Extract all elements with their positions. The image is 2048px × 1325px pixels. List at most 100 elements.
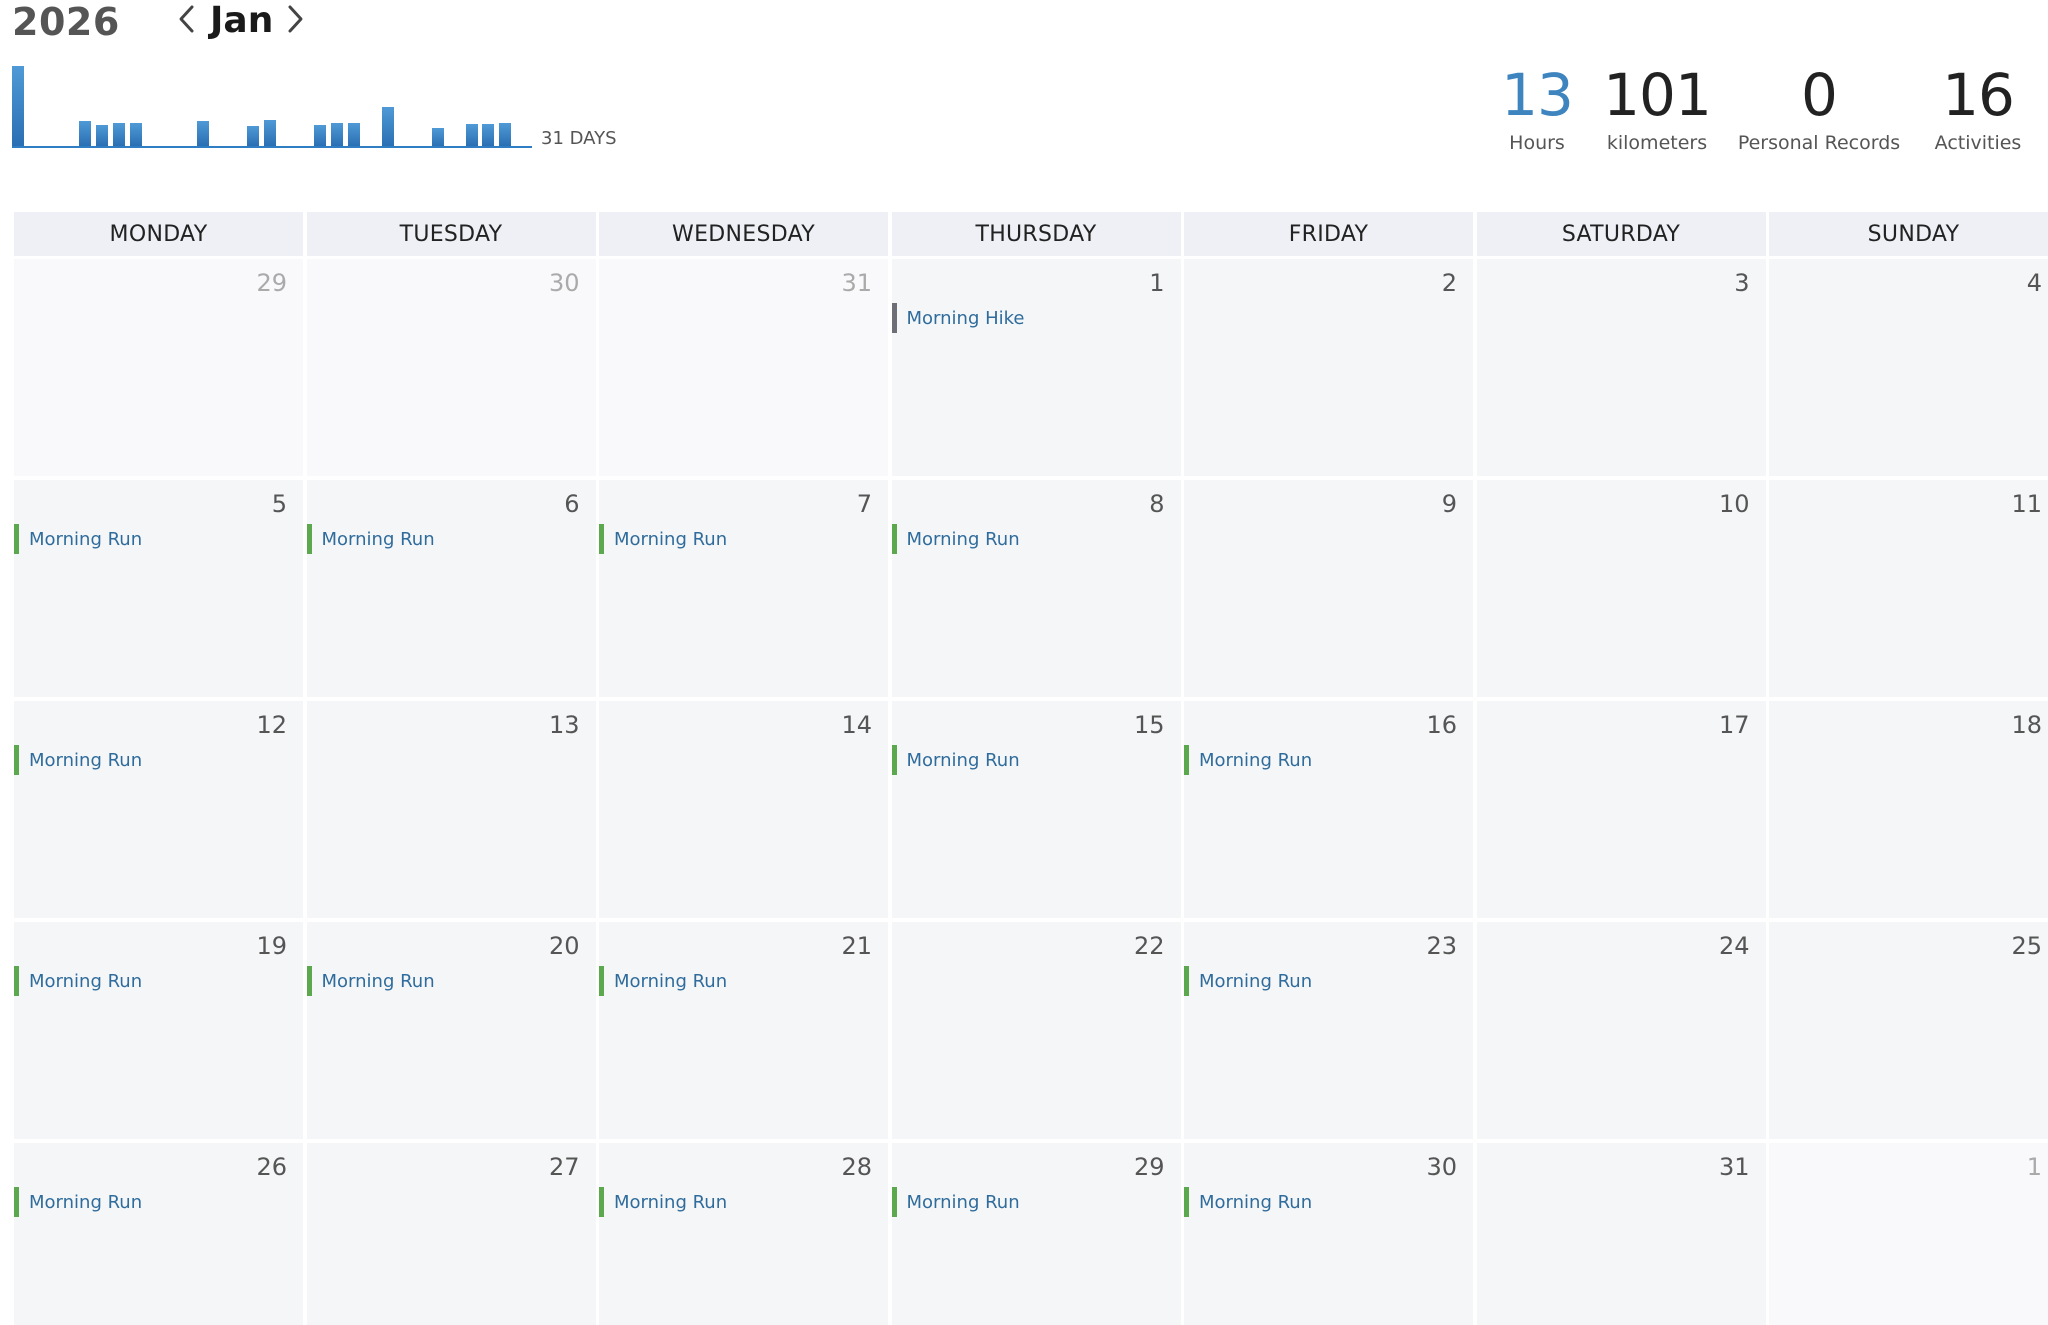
- calendar-day-cell[interactable]: 20 Morning Run: [306, 922, 596, 1139]
- histogram-bar: [196, 121, 209, 146]
- activity-entry-run[interactable]: Morning Run: [306, 966, 435, 996]
- day-number: 9: [1441, 490, 1457, 518]
- activity-entry-run[interactable]: Morning Run: [891, 524, 1020, 554]
- weekday-sunday: SUNDAY: [1769, 212, 2048, 256]
- chevron-left-icon: [179, 5, 194, 33]
- activity-entry-run[interactable]: Morning Run: [599, 524, 727, 554]
- chevron-right-icon: [288, 5, 303, 33]
- days-count-label: 31 DAYS: [541, 128, 617, 149]
- activity-entry-run[interactable]: Morning Run: [14, 524, 142, 554]
- calendar-day-cell[interactable]: 7 Morning Run: [599, 480, 888, 697]
- day-number: 19: [256, 932, 287, 960]
- calendar-day-cell[interactable]: 24: [1476, 922, 1766, 1139]
- calendar-day-cell[interactable]: 15 Morning Run: [891, 701, 1181, 918]
- month-label: Jan: [210, 0, 274, 41]
- weekday-wednesday: WEDNESDAY: [599, 212, 888, 256]
- calendar-day-cell[interactable]: 16 Morning Run: [1184, 701, 1473, 918]
- calendar-day-cell[interactable]: 10: [1476, 480, 1766, 697]
- weekday-header: MONDAY TUESDAY WEDNESDAY THURSDAY FRIDAY…: [14, 212, 2048, 256]
- day-number: 13: [548, 711, 580, 739]
- activity-entry-run[interactable]: Morning Run: [891, 1187, 1020, 1217]
- stat-label: kilometers: [1606, 132, 1708, 154]
- calendar-day-cell[interactable]: 9: [1184, 480, 1473, 697]
- day-number: 1: [1149, 269, 1165, 297]
- weekday-thursday: THURSDAY: [891, 212, 1181, 256]
- activity-entry-run[interactable]: Morning Run: [599, 966, 727, 996]
- calendar-day-cell[interactable]: 26 Morning Run: [14, 1143, 303, 1325]
- calendar-day-cell[interactable]: 31: [599, 259, 888, 476]
- activity-entry-hike[interactable]: Morning Hike: [891, 303, 1024, 333]
- calendar-day-cell[interactable]: 1 Morning Hike: [891, 259, 1181, 476]
- calendar-day-cell[interactable]: 31: [1476, 1143, 1766, 1325]
- calendar-day-cell[interactable]: 30: [306, 259, 596, 476]
- day-number: 22: [1133, 932, 1165, 960]
- calendar-day-cell[interactable]: 8 Morning Run: [891, 480, 1181, 697]
- stat-kilometers: 101 kilometers: [1600, 60, 1714, 154]
- stat-label: Activities: [1934, 132, 2022, 154]
- stat-hours: 13 Hours: [1494, 60, 1580, 154]
- day-number: 27: [548, 1153, 580, 1181]
- histogram-bar: [112, 123, 125, 146]
- weekday-friday: FRIDAY: [1184, 212, 1473, 256]
- day-number: 31: [841, 269, 872, 297]
- calendar-day-cell[interactable]: 27: [306, 1143, 596, 1325]
- calendar-day-cell[interactable]: 3: [1476, 259, 1766, 476]
- activity-entry-run[interactable]: Morning Run: [891, 745, 1020, 775]
- calendar-day-cell[interactable]: 13: [306, 701, 596, 918]
- stat-label: Hours: [1509, 132, 1565, 154]
- calendar-day-cell[interactable]: 6 Morning Run: [306, 480, 596, 697]
- activity-entry-run[interactable]: Morning Run: [1184, 1187, 1312, 1217]
- calendar-day-cell[interactable]: 17: [1476, 701, 1766, 918]
- stat-label: Personal Records: [1737, 132, 1901, 154]
- calendar-day-cell[interactable]: 18: [1769, 701, 2048, 918]
- day-number: 26: [256, 1153, 287, 1181]
- activity-entry-run[interactable]: Morning Run: [14, 1187, 142, 1217]
- activity-entry-run[interactable]: Morning Run: [306, 524, 435, 554]
- calendar-day-cell[interactable]: 21 Morning Run: [599, 922, 888, 1139]
- histogram-bar: [96, 124, 108, 146]
- calendar-day-cell[interactable]: 29: [14, 259, 303, 476]
- calendar-day-cell[interactable]: 14: [599, 701, 888, 918]
- day-number: 28: [841, 1153, 872, 1181]
- calendar-day-cell[interactable]: 12 Morning Run: [14, 701, 303, 918]
- calendar-day-cell[interactable]: 11: [1769, 480, 2048, 697]
- histogram-bar: [331, 123, 344, 146]
- calendar-day-cell[interactable]: 19 Morning Run: [14, 922, 303, 1139]
- calendar-day-cell[interactable]: 4: [1769, 259, 2048, 476]
- day-number: 2: [1441, 269, 1457, 297]
- weekday-tuesday: TUESDAY: [306, 212, 596, 256]
- histogram-bar: [348, 123, 360, 146]
- calendar-day-cell[interactable]: 29 Morning Run: [891, 1143, 1181, 1325]
- day-number: 16: [1426, 711, 1457, 739]
- calendar-day-cell[interactable]: 28 Morning Run: [599, 1143, 888, 1325]
- stat-value: 16: [1942, 61, 2015, 129]
- histogram-bar: [465, 123, 478, 146]
- next-month-button[interactable]: [276, 0, 314, 38]
- calendar-day-cell[interactable]: 1: [1769, 1143, 2048, 1325]
- activity-entry-run[interactable]: Morning Run: [1184, 966, 1312, 996]
- day-number: 17: [1718, 711, 1750, 739]
- calendar-day-cell[interactable]: 22: [891, 922, 1181, 1139]
- calendar-day-cell[interactable]: 30 Morning Run: [1184, 1143, 1473, 1325]
- histogram-bar: [482, 123, 495, 146]
- day-number: 5: [271, 490, 287, 518]
- calendar-day-cell[interactable]: 5 Morning Run: [14, 480, 303, 697]
- day-number: 30: [548, 269, 580, 297]
- day-number: 12: [256, 711, 287, 739]
- previous-month-button[interactable]: [168, 0, 206, 38]
- calendar-grid: 29 30 31 1 Morning Hike 2 3 4 5 Morning Run 6 Morni…: [14, 259, 2048, 1325]
- calendar-day-cell[interactable]: 23 Morning Run: [1184, 922, 1473, 1139]
- activity-entry-run[interactable]: Morning Run: [1184, 745, 1312, 775]
- activity-entry-run[interactable]: Morning Run: [14, 745, 142, 775]
- activity-entry-run[interactable]: Morning Run: [14, 966, 142, 996]
- stat-activities: 16 Activities: [1928, 60, 2028, 154]
- calendar-day-cell[interactable]: 2: [1184, 259, 1473, 476]
- activity-entry-run[interactable]: Morning Run: [599, 1187, 727, 1217]
- day-number: 11: [2011, 490, 2042, 518]
- histogram-bar: [381, 107, 394, 146]
- day-number: 30: [1426, 1153, 1457, 1181]
- histogram-bar: [314, 124, 327, 146]
- day-number: 25: [2011, 932, 2042, 960]
- day-number: 29: [1133, 1153, 1165, 1181]
- calendar-day-cell[interactable]: 25: [1769, 922, 2048, 1139]
